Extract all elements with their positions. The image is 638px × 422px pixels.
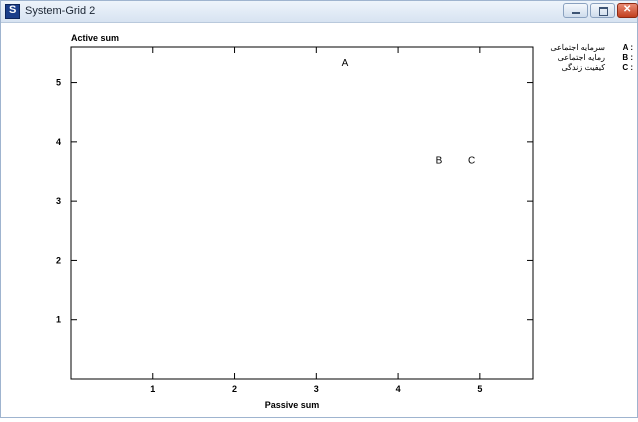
title-bar[interactable]: System-Grid 2 bbox=[1, 1, 638, 23]
legend: A : سرمایه اجتماعی B : رمایه اجتماعی C :… bbox=[541, 43, 633, 73]
x-axis-label: Passive sum bbox=[265, 400, 320, 410]
legend-item: C : کیفیت زندگی bbox=[541, 63, 633, 73]
scatter-chart: 1 2 3 4 5 1 2 3 4 5 Active sum Passive sum A B C bbox=[56, 33, 534, 410]
x-tick-label: 5 bbox=[477, 384, 482, 394]
data-point-c: C bbox=[468, 156, 475, 167]
x-tick-label: 1 bbox=[150, 384, 155, 394]
minimize-button[interactable] bbox=[563, 3, 588, 18]
plot-area: 1 2 3 4 5 1 2 3 4 5 Active sum Passive sum A B C bbox=[1, 23, 637, 417]
window-title: System-Grid 2 bbox=[25, 5, 96, 17]
legend-key: C : bbox=[622, 63, 633, 72]
legend-key: B : bbox=[622, 53, 633, 62]
y-tick-label: 2 bbox=[56, 255, 61, 265]
x-tick-label: 2 bbox=[232, 384, 237, 394]
close-button[interactable] bbox=[617, 3, 638, 18]
x-tick-label: 3 bbox=[314, 384, 319, 394]
y-tick-label: 3 bbox=[56, 196, 61, 206]
legend-key: A : bbox=[622, 43, 633, 52]
y-tick-label: 1 bbox=[56, 315, 61, 325]
legend-label: کیفیت زندگی bbox=[561, 63, 605, 72]
x-tick-label: 4 bbox=[396, 384, 401, 394]
legend-item: B : رمایه اجتماعی bbox=[541, 53, 633, 63]
plot-frame bbox=[70, 46, 534, 380]
legend-label: رمایه اجتماعی bbox=[557, 53, 605, 62]
app-window: System-Grid 2 1 2 3 4 5 1 2 3 4 5 Active sum Passiv… bbox=[0, 0, 638, 418]
data-point-b: B bbox=[436, 156, 443, 167]
legend-item: A : سرمایه اجتماعی bbox=[541, 43, 633, 53]
app-logo-icon bbox=[5, 4, 20, 19]
y-axis-label: Active sum bbox=[71, 33, 119, 43]
maximize-button[interactable] bbox=[590, 3, 615, 18]
y-tick-label: 5 bbox=[56, 78, 61, 88]
data-point-a: A bbox=[342, 58, 349, 69]
y-tick-label: 4 bbox=[56, 137, 61, 147]
legend-label: سرمایه اجتماعی bbox=[550, 43, 605, 52]
